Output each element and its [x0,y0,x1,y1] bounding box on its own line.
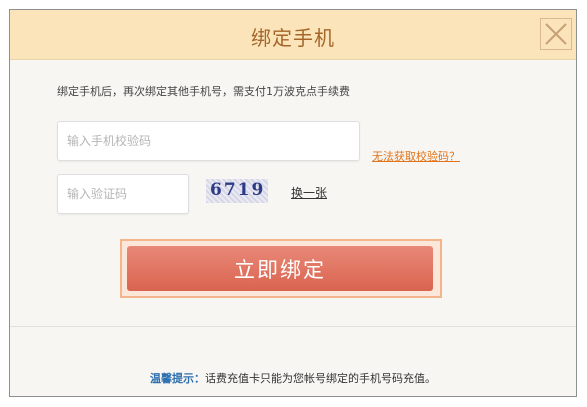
bind-now-button[interactable]: 立即绑定 [127,246,433,291]
divider [10,326,576,327]
warm-tips: 温馨提示：话费充值卡只能为您帐号绑定的手机号码充值。 [10,370,576,386]
close-icon [545,23,567,45]
phone-code-placeholder: 输入手机校验码 [67,134,152,148]
captcha-image[interactable]: 6719 [206,179,268,203]
dialog-title: 绑定手机 [251,26,335,50]
dialog-header: 绑定手机 [10,10,576,60]
phone-code-input[interactable]: 输入手机校验码 [57,121,360,161]
tips-label: 温馨提示： [150,372,205,385]
tips-text: 话费充值卡只能为您帐号绑定的手机号码充值。 [205,372,436,385]
no-code-link[interactable]: 无法获取校验码？ [372,148,460,164]
submit-button-frame: 立即绑定 [120,239,442,298]
refresh-captcha-link[interactable]: 换一张 [291,184,327,201]
captcha-text: 6719 [210,180,266,200]
verify-code-input[interactable]: 输入验证码 [57,174,189,214]
fee-notice: 绑定手机后，再次绑定其他手机号，需支付1万波克点手续费 [57,85,350,98]
bind-phone-dialog: 绑定手机 绑定手机后，再次绑定其他手机号，需支付1万波克点手续费 输入手机校验码… [9,9,577,397]
close-button[interactable] [540,18,572,50]
verify-code-placeholder: 输入验证码 [67,187,128,201]
